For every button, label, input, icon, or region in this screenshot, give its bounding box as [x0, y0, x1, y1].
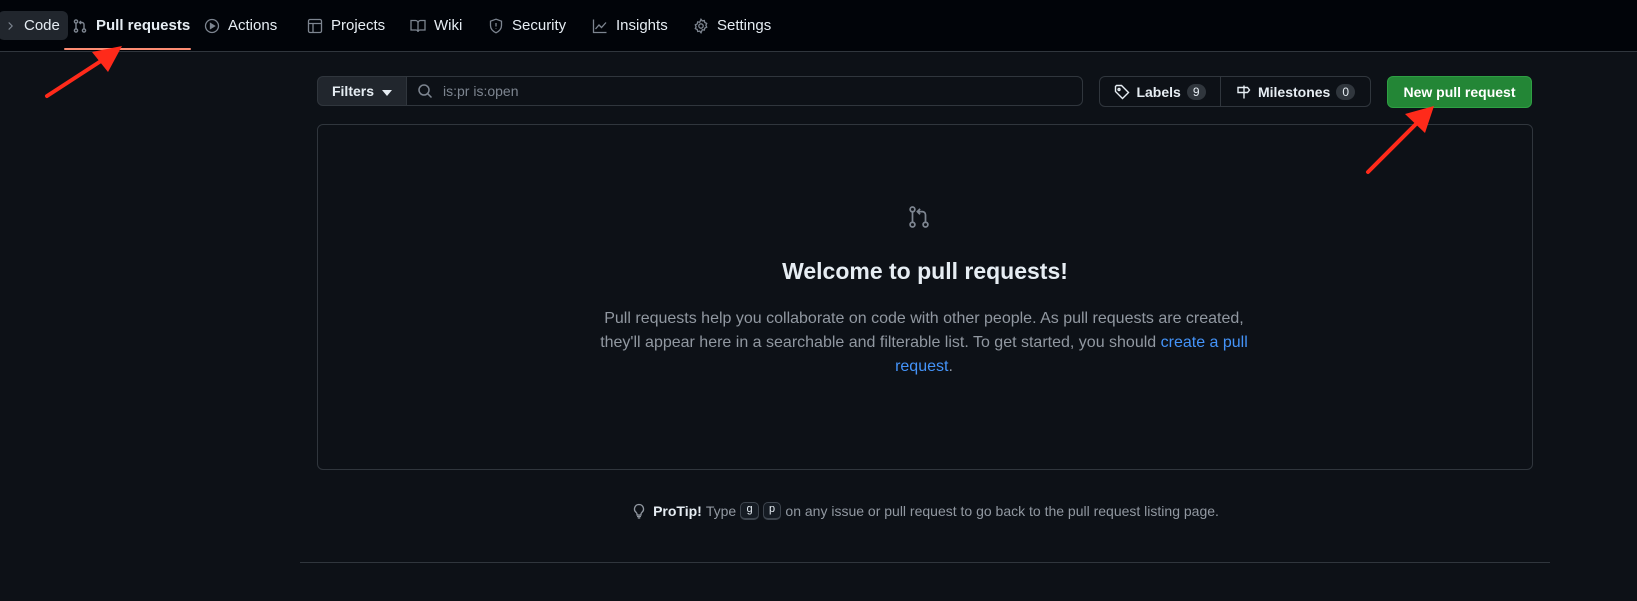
git-pull-request-icon	[906, 204, 932, 235]
tab-actions[interactable]: Actions	[204, 0, 277, 51]
protip: ProTip! Type g p on any issue or pull re…	[317, 502, 1533, 520]
tab-insights[interactable]: Insights	[592, 0, 668, 51]
milestone-icon	[1236, 84, 1252, 100]
selected-tab-underline	[64, 48, 191, 50]
book-icon	[410, 18, 426, 34]
labels-button[interactable]: Labels 9	[1099, 76, 1221, 107]
tab-security-label: Security	[512, 17, 567, 34]
tab-insights-label: Insights	[616, 17, 668, 34]
blankslate-desc-text: Pull requests help you collaborate on co…	[600, 310, 1244, 351]
footer-divider	[300, 562, 1550, 563]
tab-wiki[interactable]: Wiki	[410, 0, 462, 51]
tab-wiki-label: Wiki	[434, 17, 463, 34]
repo-nav: Code Pull requests Actions Projects Wiki…	[0, 0, 1637, 52]
git-pull-request-icon	[72, 18, 88, 34]
milestones-count-badge: 0	[1336, 83, 1356, 100]
arrow-to-pull-requests-tab	[45, 46, 122, 98]
tab-settings-label: Settings	[717, 17, 772, 34]
tab-pull-requests[interactable]: Pull requests	[72, 0, 190, 51]
tab-pull-requests-label: Pull requests	[96, 17, 191, 34]
kbd-g: g	[740, 502, 759, 520]
filters-label: Filters	[331, 83, 374, 99]
kbd-p: p	[762, 502, 782, 520]
filters-button[interactable]: Filters	[317, 76, 407, 106]
milestones-button[interactable]: Milestones 0	[1220, 76, 1371, 107]
labels-label: Labels	[1136, 83, 1181, 100]
play-icon	[204, 18, 220, 34]
new-pull-request-button[interactable]: New pull request	[1387, 76, 1532, 108]
chevron-right-icon	[4, 20, 16, 32]
gear-icon	[693, 17, 709, 34]
tab-security[interactable]: Security	[488, 0, 566, 51]
tab-actions-label: Actions	[228, 17, 278, 34]
protip-text-before: Type	[705, 503, 737, 519]
blankslate-box	[317, 124, 1533, 470]
blankslate-title: Welcome to pull requests!	[782, 258, 1068, 284]
table-icon	[307, 18, 323, 34]
graph-icon	[592, 18, 608, 34]
protip-label: ProTip!	[653, 503, 702, 519]
light-bulb-icon	[631, 503, 647, 519]
tag-icon	[1114, 84, 1130, 100]
blankslate-desc-end: .	[948, 358, 953, 375]
milestones-label: Milestones	[1257, 83, 1331, 100]
tab-code-label: Code	[24, 17, 60, 34]
blankslate-description: Pull requests help you collaborate on co…	[588, 307, 1260, 379]
search-icon	[417, 83, 433, 99]
protip-text-after: on any issue or pull request to go back …	[785, 503, 1219, 519]
tab-code[interactable]: Code	[0, 0, 68, 51]
caret-down-icon	[382, 83, 392, 99]
tab-settings[interactable]: Settings	[693, 0, 771, 51]
tab-projects-label: Projects	[331, 17, 386, 34]
shield-icon	[488, 18, 504, 34]
labels-count-badge: 9	[1186, 83, 1206, 100]
search-input[interactable]	[441, 82, 1045, 100]
tab-projects[interactable]: Projects	[307, 0, 385, 51]
search-box[interactable]	[406, 76, 1083, 106]
